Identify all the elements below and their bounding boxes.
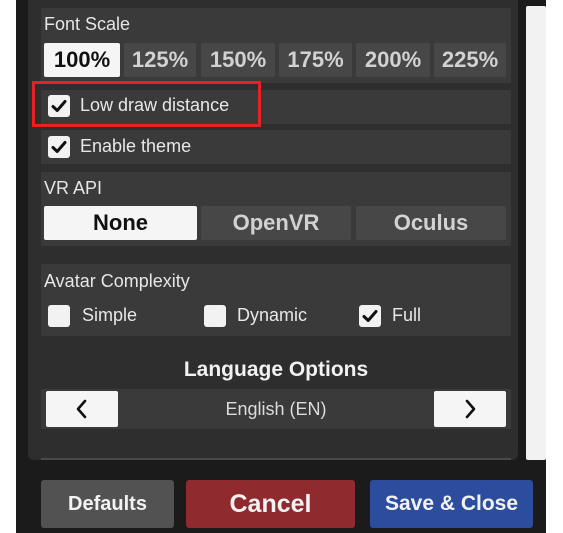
scrollbar[interactable] [526,6,546,460]
panel-divider [41,458,511,460]
enable-theme-checkbox[interactable] [48,136,70,158]
font-scale-125-button[interactable]: 125% [124,43,196,77]
font-scale-label: Font Scale [44,14,131,34]
avatar-full-label: Full [392,305,422,325]
language-options-title: Language Options [183,358,369,381]
avatar-full-checkbox[interactable] [359,305,381,327]
highlight-box [32,81,261,127]
font-scale-100-button[interactable]: 100% [44,43,120,77]
checkmark-icon [362,310,378,322]
avatar-dynamic-checkbox[interactable] [204,305,226,327]
save-close-button[interactable]: Save & Close [370,480,533,528]
language-current-value: English (EN) [225,399,327,419]
language-prev-button[interactable] [46,391,118,427]
defaults-button[interactable]: Defaults [41,480,174,528]
chevron-right-icon [465,399,476,419]
avatar-simple-checkbox[interactable] [48,305,70,327]
font-scale-225-button[interactable]: 225% [434,43,506,77]
avatar-simple-label: Simple [82,305,138,325]
avatar-dynamic-label: Dynamic [237,305,308,325]
enable-theme-label: Enable theme [80,136,192,156]
checkmark-icon [51,141,67,153]
vr-api-none-button[interactable]: None [44,206,197,240]
vr-api-label: VR API [44,178,103,198]
font-scale-175-button[interactable]: 175% [279,43,352,77]
font-scale-150-button[interactable]: 150% [201,43,275,77]
vr-api-openvr-button[interactable]: OpenVR [201,206,351,240]
language-next-button[interactable] [434,391,506,427]
avatar-complexity-label: Avatar Complexity [44,271,190,291]
font-scale-200-button[interactable]: 200% [356,43,430,77]
cancel-button[interactable]: Cancel [186,480,355,528]
vr-api-oculus-button[interactable]: Oculus [356,206,506,240]
chevron-left-icon [76,399,87,419]
